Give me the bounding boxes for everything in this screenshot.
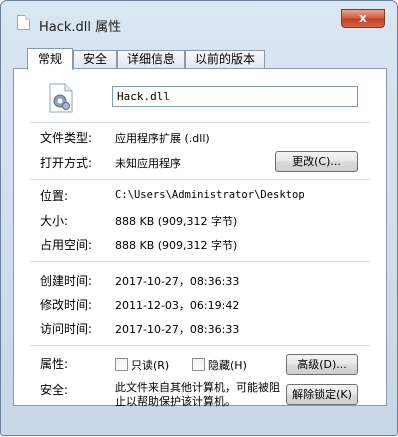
window-title: Hack.dll 属性 [39, 20, 122, 35]
accessed-label: 访问时间: [40, 322, 93, 336]
unblock-button[interactable]: 解除锁定(K) [286, 384, 358, 405]
security-label: 安全: [40, 383, 69, 397]
created-value: 2017-10-27，08:36:33 [115, 275, 240, 288]
dll-file-icon [49, 83, 73, 113]
tab-details[interactable]: 详细信息 [117, 50, 185, 69]
size-value: 888 KB (909,312 字节) [115, 215, 238, 228]
modified-label: 修改时间: [40, 298, 93, 312]
tab-security[interactable]: 安全 [73, 50, 117, 69]
change-button[interactable]: 更改(C)... [275, 151, 358, 172]
divider [30, 179, 370, 180]
hidden-checkbox[interactable] [192, 358, 205, 371]
readonly-checkbox[interactable] [115, 358, 128, 371]
size-on-disk-label: 占用空间: [40, 238, 93, 252]
file-type-label: 文件类型: [40, 131, 93, 145]
divider [30, 261, 370, 262]
file-icon [17, 15, 30, 30]
size-on-disk-value: 888 KB (909,312 字节) [115, 239, 238, 252]
open-with-value: 未知应用程序 [115, 157, 181, 170]
tab-general[interactable]: 常规 [27, 48, 73, 70]
file-type-value: 应用程序扩展 (.dll) [115, 132, 210, 145]
hidden-label[interactable]: 隐藏(H) [208, 357, 247, 373]
accessed-value: 2017-10-27，08:36:33 [115, 323, 240, 336]
attributes-label: 属性: [40, 357, 69, 371]
created-label: 创建时间: [40, 274, 93, 288]
location-value: C:\Users\Administrator\Desktop [115, 189, 305, 201]
readonly-label[interactable]: 只读(R) [131, 357, 169, 373]
security-message: 此文件来自其他计算机，可能被阻止以帮助保护该计算机。 [115, 381, 280, 408]
title-bar: Hack.dll 属性 x [7, 7, 391, 35]
file-name-field[interactable]: Hack.dll [112, 86, 358, 107]
tab-previous-versions[interactable]: 以前的版本 [185, 50, 265, 69]
divider [30, 345, 370, 346]
advanced-button[interactable]: 高级(D)... [286, 354, 358, 375]
close-button[interactable]: x [341, 9, 385, 28]
general-tab-panel: Hack.dll 文件类型: 应用程序扩展 (.dll) 打开方式: 未知应用程… [13, 68, 387, 408]
size-label: 大小: [40, 214, 69, 228]
divider [30, 122, 370, 123]
modified-value: 2011-12-03，06:19:42 [115, 299, 240, 312]
dialog-footer [1, 406, 398, 437]
open-with-label: 打开方式: [40, 156, 93, 170]
properties-window: Hack.dll 属性 x 常规 安全 详细信息 以前的版本 Hack.dll … [0, 0, 398, 436]
location-label: 位置: [40, 189, 69, 203]
